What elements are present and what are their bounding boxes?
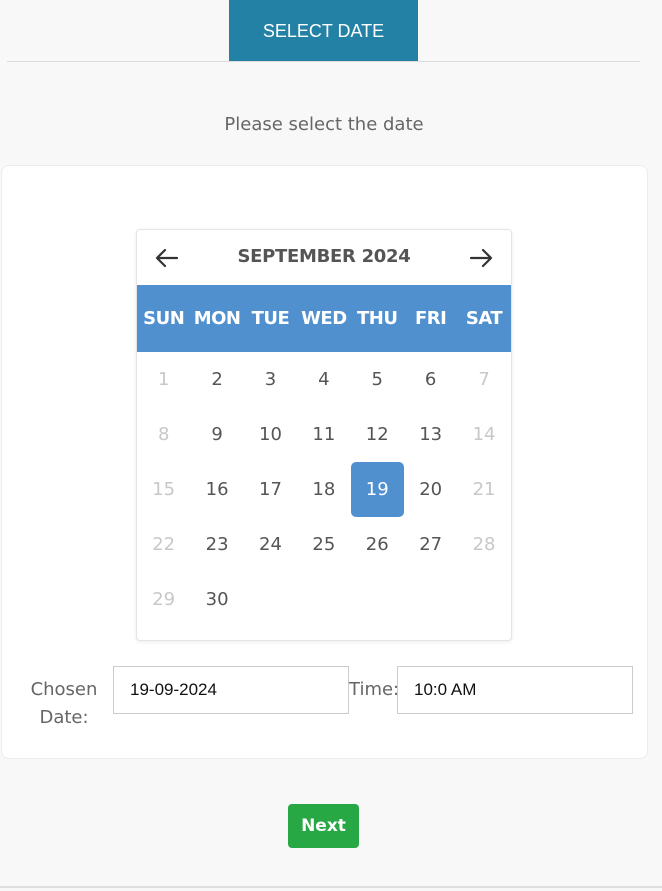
calendar-day-number: 9 — [211, 424, 223, 445]
weekday-label: SAT — [465, 308, 503, 329]
calendar-day[interactable]: 30 — [190, 572, 243, 627]
calendar-day[interactable]: 10 — [244, 407, 297, 462]
chosen-date-label: Chosen Date: — [30, 679, 98, 728]
calendar-day: 14 — [457, 407, 510, 462]
calendar-day-number: 19 — [350, 462, 404, 517]
chosen-date-field[interactable]: 19-09-2024 — [113, 666, 349, 714]
calendar-week-row: 8 9 10 11 12 13 14 — [137, 407, 511, 462]
calendar-day-selected[interactable]: 19 — [350, 462, 404, 517]
calendar-day-number: 28 — [472, 534, 496, 555]
calendar-day-number: 7 — [478, 369, 490, 390]
calendar-day[interactable]: 16 — [190, 462, 243, 517]
calendar-grid: 1 2 3 4 5 6 7 8 9 10 11 12 13 14 15 16 17 18 19 20 21 22 23 24 2… — [137, 352, 511, 627]
calendar-day-number: 22 — [152, 534, 176, 555]
calendar-week-row: 1 2 3 4 5 6 7 — [137, 352, 511, 407]
calendar-empty-cell — [457, 572, 510, 627]
calendar-day-number: 11 — [312, 424, 336, 445]
calendar-day-number: 21 — [472, 479, 496, 500]
calendar-empty-cell — [351, 572, 404, 627]
next-button[interactable]: Next — [288, 804, 359, 848]
calendar-day-number: 4 — [318, 369, 330, 390]
weekday-label: WED — [301, 308, 347, 329]
calendar-day-number: 2 — [211, 369, 223, 390]
calendar-day: 29 — [137, 572, 190, 627]
calendar-day[interactable]: 9 — [190, 407, 243, 462]
calendar-empty-cell — [297, 572, 350, 627]
calendar-day-number: 15 — [152, 479, 176, 500]
calendar-day[interactable]: 27 — [404, 517, 457, 572]
calendar-day[interactable]: 11 — [297, 407, 350, 462]
time-field[interactable]: 10:0 AM — [397, 666, 633, 714]
calendar-day-number: 6 — [424, 369, 437, 390]
calendar-day: 21 — [457, 462, 510, 517]
calendar-week-row: 15 16 17 18 19 20 21 — [137, 462, 511, 517]
calendar-day: 1 — [137, 352, 190, 407]
calendar-day-number: 16 — [205, 479, 229, 500]
calendar-day-number: 5 — [371, 369, 383, 390]
arrow-right-icon[interactable] — [467, 244, 495, 272]
weekday-label: THU — [357, 308, 398, 329]
calendar-empty-cell — [244, 572, 297, 627]
page-subtitle: Please select the date — [224, 114, 424, 135]
calendar-day-number: 17 — [259, 479, 282, 500]
calendar-empty-cell — [404, 572, 457, 627]
calendar-day-number: 12 — [365, 424, 389, 445]
calendar-day-number: 8 — [157, 424, 170, 445]
calendar-day: 22 — [137, 517, 190, 572]
weekday-label: TUE — [251, 308, 290, 329]
calendar-day[interactable]: 25 — [297, 517, 350, 572]
calendar-day-number: 20 — [419, 479, 443, 500]
month-label: SEPTEMBER 2024 — [237, 246, 411, 267]
calendar-day-number: 10 — [259, 424, 282, 445]
calendar-day: 28 — [457, 517, 510, 572]
calendar-day-number: 18 — [312, 479, 336, 500]
calendar-day-number: 13 — [419, 424, 443, 445]
calendar-day[interactable]: 3 — [244, 352, 297, 407]
weekday-label: MON — [193, 308, 241, 329]
calendar-day[interactable]: 6 — [404, 352, 457, 407]
calendar-day-number: 14 — [472, 424, 496, 445]
weekday-label: FRI — [414, 308, 447, 329]
tab-select-date[interactable]: SELECT DATE — [229, 0, 418, 62]
calendar-day-number: 29 — [152, 589, 176, 610]
calendar-day[interactable]: 23 — [190, 517, 243, 572]
calendar-day: 8 — [137, 407, 190, 462]
calendar-day: 15 — [137, 462, 190, 517]
calendar-day[interactable]: 24 — [244, 517, 297, 572]
calendar: SEPTEMBER 2024 SUN MON TUE WED THU FRI SAT 123… — [136, 229, 512, 641]
arrow-left-icon[interactable] — [153, 244, 181, 272]
calendar-day[interactable]: 5 — [351, 352, 404, 407]
calendar-day: 7 — [457, 352, 510, 407]
calendar-day-number: 26 — [365, 534, 389, 555]
calendar-day-number: 27 — [419, 534, 443, 555]
calendar-day-number: 30 — [205, 589, 229, 610]
calendar-week-row: 22 23 24 25 26 27 28 — [137, 517, 511, 572]
bottom-divider — [0, 886, 662, 888]
calendar-day[interactable]: 13 — [404, 407, 457, 462]
calendar-day-number: 3 — [264, 369, 277, 390]
weekday-label: SUN — [143, 308, 185, 329]
calendar-day[interactable]: 4 — [297, 352, 350, 407]
calendar-day[interactable]: 2 — [190, 352, 243, 407]
calendar-day[interactable]: 12 — [351, 407, 404, 462]
time-label: Time: — [349, 679, 400, 700]
calendar-week-row: 29 30 — [137, 572, 511, 627]
calendar-day-number: 24 — [259, 534, 282, 555]
calendar-day-number: 1 — [157, 369, 170, 390]
calendar-day[interactable]: 17 — [244, 462, 297, 517]
tab-divider — [7, 61, 640, 62]
calendar-day[interactable]: 26 — [351, 517, 404, 572]
calendar-day[interactable]: 20 — [404, 462, 457, 517]
weekday-header: SUN MON TUE WED THU FRI SAT — [137, 285, 511, 352]
calendar-header: SEPTEMBER 2024 — [137, 230, 511, 286]
calendar-day[interactable]: 18 — [297, 462, 350, 517]
calendar-day-number: 25 — [312, 534, 336, 555]
calendar-day-number: 23 — [205, 534, 229, 555]
